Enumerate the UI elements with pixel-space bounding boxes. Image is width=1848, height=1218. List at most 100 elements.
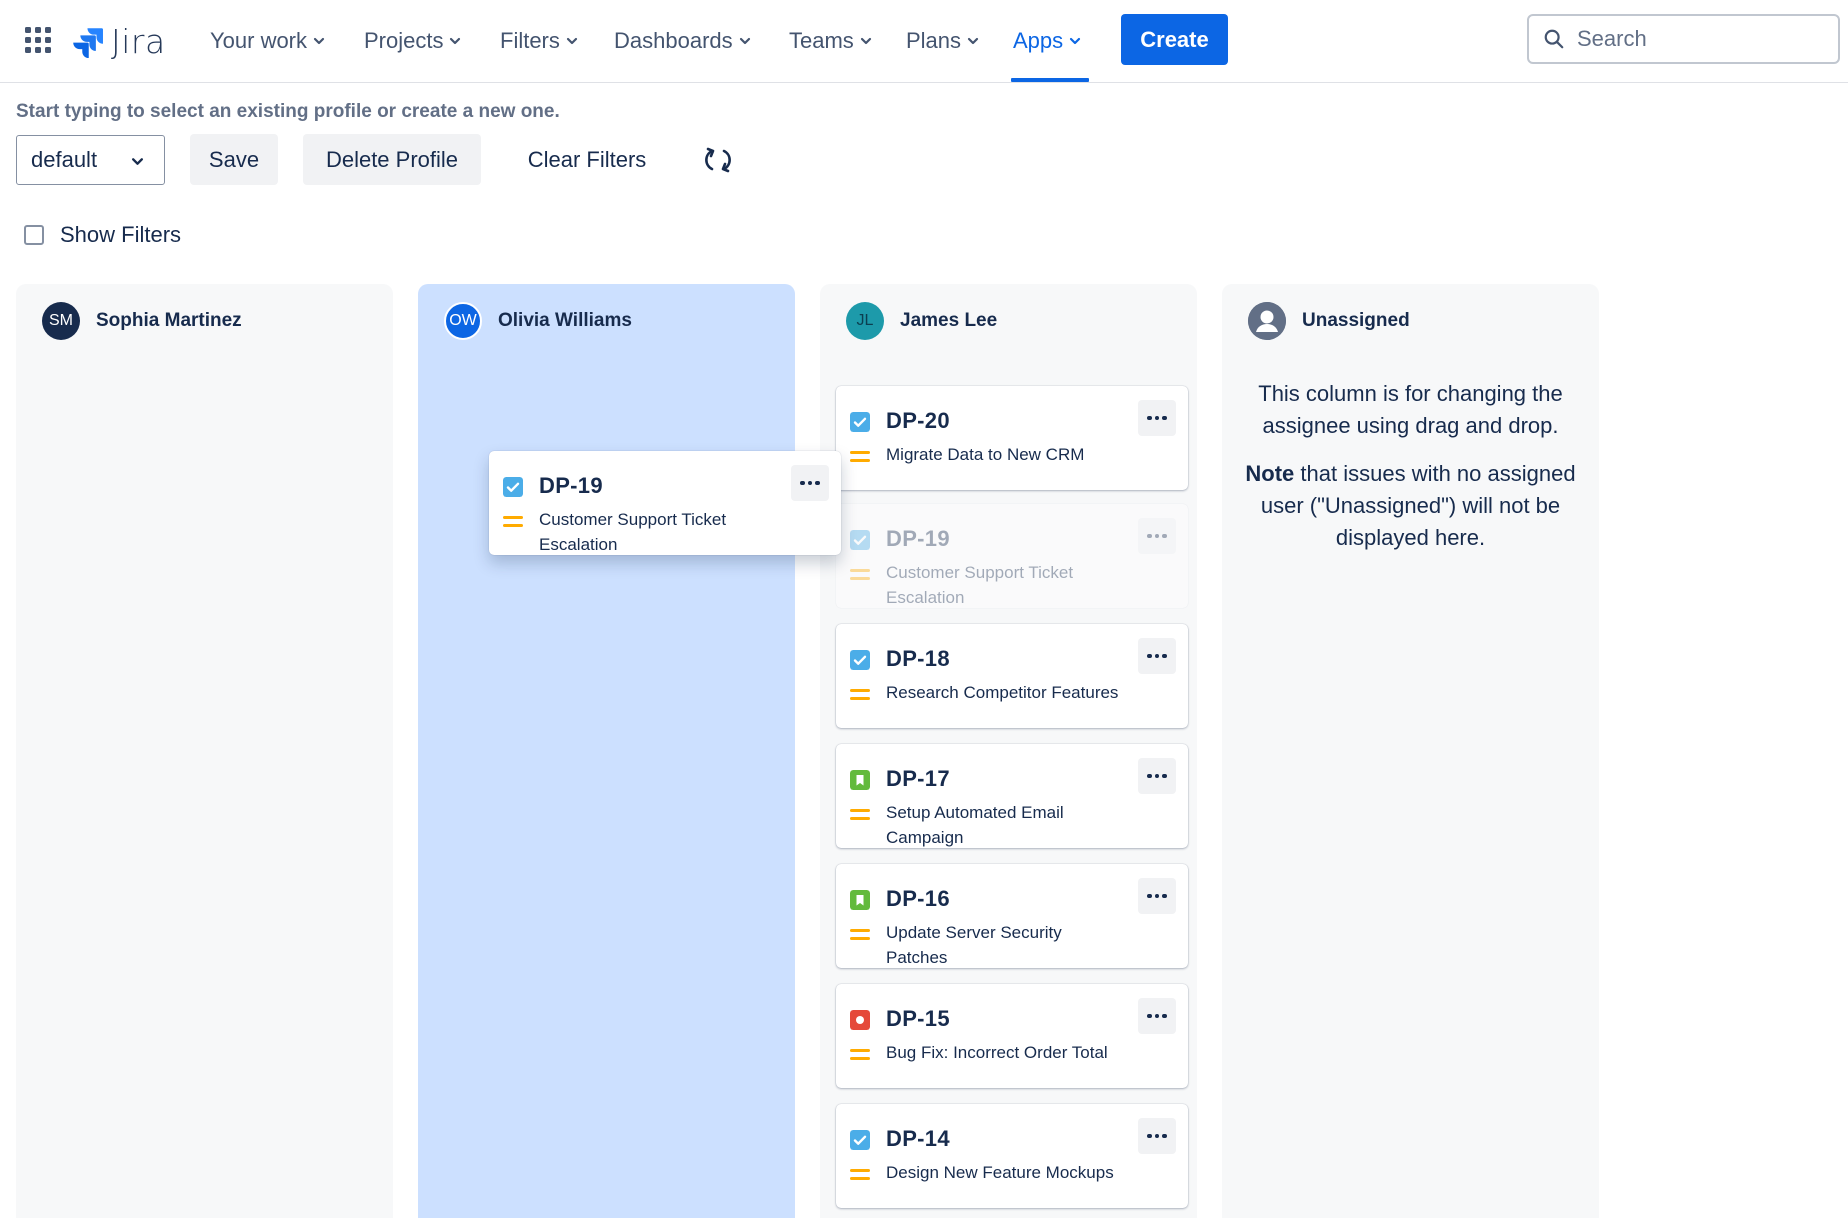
avatar: OW xyxy=(444,302,482,340)
issue-card-dragging[interactable]: DP-19 Customer Support Ticket Escalation xyxy=(489,451,841,555)
issue-card-placeholder[interactable]: DP-19 Customer Support Ticket Escalation xyxy=(836,504,1188,608)
issue-summary: Bug Fix: Incorrect Order Total xyxy=(886,1043,1108,1062)
issue-summary: Update Server Security Patches xyxy=(886,923,1062,967)
show-filters-toggle[interactable]: Show Filters xyxy=(24,222,181,248)
profile-select[interactable]: default xyxy=(16,135,165,185)
more-actions-button[interactable] xyxy=(1138,998,1176,1034)
nav-teams[interactable]: Teams xyxy=(789,24,872,58)
more-dots-icon xyxy=(1147,893,1167,899)
column-assignee-name: James Lee xyxy=(900,310,998,331)
issue-summary: Customer Support Ticket Escalation xyxy=(886,563,1074,607)
chevron-down-icon xyxy=(131,158,144,165)
nav-plans[interactable]: Plans xyxy=(906,24,979,58)
issue-key[interactable]: DP-19 xyxy=(886,526,950,552)
nav-filters-label: Filters xyxy=(500,28,560,53)
task-type-icon xyxy=(503,477,523,497)
jira-logo[interactable]: Jira xyxy=(71,22,166,61)
refresh-icon[interactable] xyxy=(703,145,733,175)
issue-card[interactable]: DP-14 Design New Feature Mockups xyxy=(836,1104,1188,1208)
jira-logo-text: Jira xyxy=(111,22,166,61)
priority-medium-icon xyxy=(850,569,870,580)
nav-your-work-label: Your work xyxy=(210,28,308,53)
more-dots-icon xyxy=(1147,533,1167,539)
nav-filters[interactable]: Filters xyxy=(500,24,578,58)
column-header: Unassigned xyxy=(1248,302,1410,340)
chevron-down-icon xyxy=(860,37,871,45)
priority-medium-icon xyxy=(850,1169,870,1180)
issue-key[interactable]: DP-15 xyxy=(886,1006,950,1032)
app-switcher-grid-icon[interactable] xyxy=(25,27,52,54)
more-actions-button[interactable] xyxy=(1138,1118,1176,1154)
nav-apps[interactable]: Apps xyxy=(1013,24,1081,58)
task-type-icon xyxy=(850,1130,870,1150)
column-assignee-name: Unassigned xyxy=(1302,310,1410,331)
more-actions-button[interactable] xyxy=(1138,518,1176,554)
issue-card[interactable]: DP-16 Update Server Security Patches xyxy=(836,864,1188,968)
more-dots-icon xyxy=(1147,773,1167,779)
issue-summary: Design New Feature Mockups xyxy=(886,1163,1114,1182)
priority-medium-icon xyxy=(850,1049,870,1060)
issue-key[interactable]: DP-16 xyxy=(886,886,950,912)
more-dots-icon xyxy=(800,480,820,486)
column-header: OW Olivia Williams xyxy=(444,302,632,340)
issue-card[interactable]: DP-18 Research Competitor Features xyxy=(836,624,1188,728)
nav-teams-label: Teams xyxy=(789,28,854,53)
nav-your-work[interactable]: Your work xyxy=(210,24,325,58)
priority-medium-icon xyxy=(850,929,870,940)
issue-key[interactable]: DP-19 xyxy=(539,473,603,499)
more-dots-icon xyxy=(1147,653,1167,659)
assignee-column-unassigned[interactable]: Unassigned This column is for changing t… xyxy=(1222,284,1599,1218)
issue-summary: Customer Support Ticket Escalation xyxy=(539,510,727,554)
more-actions-button[interactable] xyxy=(1138,400,1176,436)
more-actions-button[interactable] xyxy=(1138,878,1176,914)
chevron-down-icon xyxy=(1070,37,1081,45)
issue-key[interactable]: DP-14 xyxy=(886,1126,950,1152)
nav-dashboards[interactable]: Dashboards xyxy=(614,24,751,58)
search-box[interactable] xyxy=(1527,14,1840,64)
issue-key[interactable]: DP-18 xyxy=(886,646,950,672)
issue-summary: Research Competitor Features xyxy=(886,683,1119,702)
search-icon xyxy=(1544,29,1564,49)
issue-summary: Setup Automated Email Campaign xyxy=(886,803,1064,847)
nav-projects[interactable]: Projects xyxy=(364,24,461,58)
unassigned-note-line2: Note that issues with no assigned user (… xyxy=(1238,458,1583,554)
column-assignee-name: Sophia Martinez xyxy=(96,310,242,331)
show-filters-checkbox[interactable] xyxy=(24,225,44,245)
unassigned-note-line1: This column is for changing the assignee… xyxy=(1258,381,1563,438)
task-type-icon xyxy=(850,530,870,550)
priority-medium-icon xyxy=(850,451,870,462)
default-user-icon xyxy=(1248,302,1286,340)
assignee-column-olivia-williams[interactable]: OW Olivia Williams xyxy=(418,284,795,1218)
column-header: JL James Lee xyxy=(846,302,997,340)
save-button[interactable]: Save xyxy=(190,134,278,185)
profile-select-value: default xyxy=(31,147,98,172)
column-header: SM Sophia Martinez xyxy=(42,302,242,340)
profile-hint: Start typing to select an existing profi… xyxy=(16,101,560,122)
task-type-icon xyxy=(850,650,870,670)
delete-profile-button[interactable]: Delete Profile xyxy=(303,134,481,185)
priority-medium-icon xyxy=(503,516,523,527)
issue-card[interactable]: DP-17 Setup Automated Email Campaign xyxy=(836,744,1188,848)
issue-key[interactable]: DP-20 xyxy=(886,408,950,434)
issue-card[interactable]: DP-15 Bug Fix: Incorrect Order Total xyxy=(836,984,1188,1088)
assignee-column-sophia-martinez[interactable]: SM Sophia Martinez xyxy=(16,284,393,1218)
nav-plans-label: Plans xyxy=(906,28,962,53)
more-dots-icon xyxy=(1147,1013,1167,1019)
priority-medium-icon xyxy=(850,689,870,700)
create-button[interactable]: Create xyxy=(1121,14,1228,65)
column-assignee-name: Olivia Williams xyxy=(498,310,632,331)
issue-key[interactable]: DP-17 xyxy=(886,766,950,792)
more-actions-button[interactable] xyxy=(1138,758,1176,794)
search-input[interactable] xyxy=(1577,26,1827,52)
issue-card[interactable]: DP-20 Migrate Data to New CRM xyxy=(836,386,1188,490)
more-actions-button[interactable] xyxy=(1138,638,1176,674)
more-actions-button[interactable] xyxy=(791,465,829,501)
jira-logo-icon xyxy=(73,27,103,58)
chevron-down-icon xyxy=(967,37,979,45)
clear-filters-button[interactable]: Clear Filters xyxy=(506,134,668,185)
task-type-icon xyxy=(850,412,870,432)
avatar: JL xyxy=(846,302,884,340)
chevron-down-icon xyxy=(450,37,461,45)
unassigned-note: This column is for changing the assignee… xyxy=(1238,378,1583,570)
nav-apps-label: Apps xyxy=(1013,28,1064,53)
